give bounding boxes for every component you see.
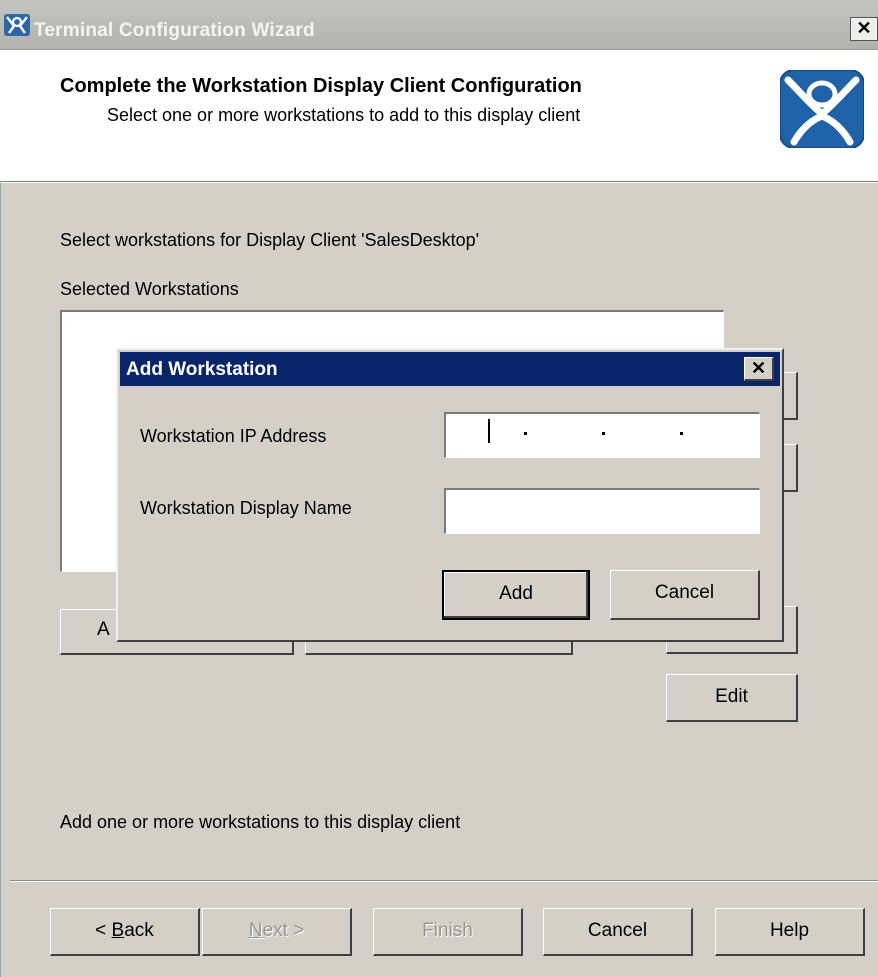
wizard-header: Complete the Workstation Display Client … xyxy=(0,50,878,182)
ip-octet-separator xyxy=(602,432,605,435)
ip-address-field[interactable] xyxy=(444,412,760,458)
next-mnemonic: N xyxy=(248,920,263,941)
selected-workstations-label: Selected Workstations xyxy=(60,279,239,299)
header-title: Complete the Workstation Display Client … xyxy=(60,75,582,97)
finish-button[interactable]: Finish xyxy=(373,908,523,956)
dialog-titlebar[interactable]: Add Workstation ✕ xyxy=(120,352,780,386)
ip-octet-separator xyxy=(524,432,527,435)
back-rest: ack xyxy=(124,920,154,941)
next-rest: ext > xyxy=(262,920,305,941)
wizard-close-icon[interactable]: ✕ xyxy=(850,17,878,41)
app-icon xyxy=(4,14,30,36)
add-workstation-dialog: Add Workstation ✕ Workstation IP Address… xyxy=(116,348,784,642)
footer-hint: Add one or more workstations to this dis… xyxy=(60,812,461,832)
back-prefix: < xyxy=(95,920,112,941)
ip-octet-separator xyxy=(680,432,683,435)
dialog-cancel-button[interactable]: Cancel xyxy=(610,570,760,620)
dialog-close-icon[interactable]: ✕ xyxy=(744,357,774,381)
dialog-add-button[interactable]: Add xyxy=(442,570,590,620)
header-subtitle: Select one or more workstations to add t… xyxy=(107,105,581,125)
next-button[interactable]: Next > xyxy=(202,908,352,956)
edit-button[interactable]: Edit xyxy=(666,674,798,722)
back-mnemonic: B xyxy=(111,920,125,941)
instruction-text: Select workstations for Display Client '… xyxy=(60,230,480,250)
display-name-field[interactable] xyxy=(444,488,760,534)
wizard-title: Terminal Configuration Wizard xyxy=(34,20,315,41)
back-button[interactable]: < Back xyxy=(50,908,200,956)
wizard-titlebar[interactable]: Terminal Configuration Wizard ✕ xyxy=(0,0,878,50)
cancel-button[interactable]: Cancel xyxy=(543,908,693,956)
text-caret xyxy=(488,419,490,443)
display-name-label: Workstation Display Name xyxy=(140,498,352,518)
help-button[interactable]: Help xyxy=(715,908,865,956)
brand-logo-icon xyxy=(780,70,864,148)
dialog-title: Add Workstation xyxy=(126,359,278,380)
nav-divider xyxy=(10,880,878,882)
ip-address-label: Workstation IP Address xyxy=(140,426,327,446)
